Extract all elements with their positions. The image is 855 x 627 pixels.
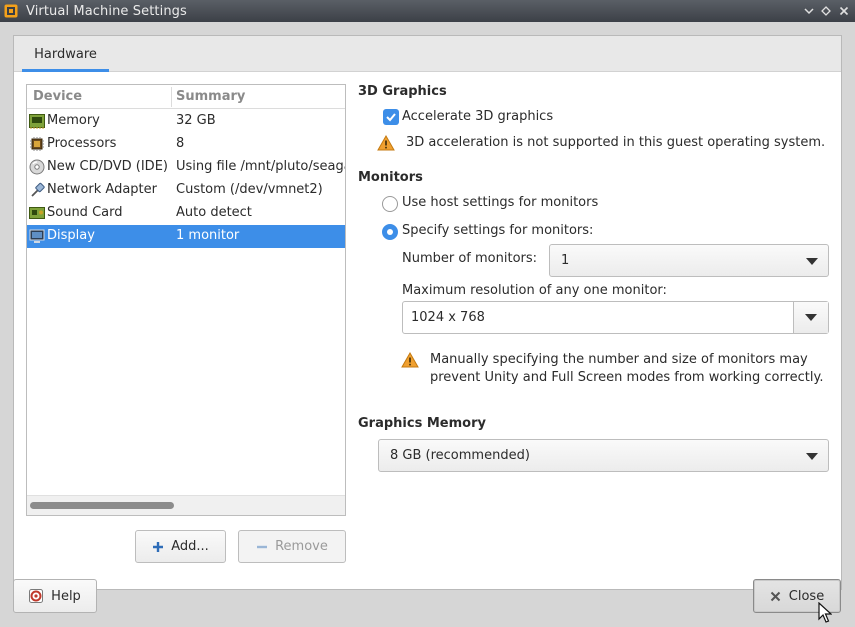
restore-window-icon[interactable] bbox=[818, 3, 834, 19]
device-summary: Auto detect bbox=[176, 205, 252, 220]
section-title-3d-graphics: 3D Graphics bbox=[358, 84, 447, 99]
column-header-device[interactable]: Device bbox=[33, 89, 82, 104]
close-icon bbox=[770, 591, 780, 601]
remove-device-button[interactable]: Remove bbox=[238, 530, 346, 563]
processor-icon bbox=[29, 136, 45, 152]
device-name: Display bbox=[47, 228, 95, 243]
device-row-processors[interactable]: Processors 8 bbox=[27, 133, 345, 156]
add-device-button[interactable]: Add... bbox=[135, 530, 226, 563]
device-row-sound-card[interactable]: Sound Card Auto detect bbox=[27, 202, 345, 225]
3d-warning-text: 3D acceleration is not supported in this… bbox=[406, 135, 826, 150]
window-title: Virtual Machine Settings bbox=[26, 3, 187, 19]
device-table-header: Device Summary bbox=[27, 85, 345, 109]
help-label: Help bbox=[51, 588, 81, 604]
device-summary: Using file /mnt/pluto/seagate bbox=[176, 159, 345, 174]
tab-active-indicator bbox=[22, 69, 109, 72]
max-resolution-dropdown-button[interactable] bbox=[793, 302, 828, 333]
column-separator bbox=[171, 87, 172, 107]
device-table[interactable]: Device Summary Memory 32 GB Processors 8 bbox=[26, 84, 346, 516]
graphics-memory-dropdown[interactable]: 8 GB (recommended) bbox=[378, 439, 829, 472]
add-device-label: Add... bbox=[171, 539, 209, 554]
warning-icon bbox=[377, 135, 395, 151]
vmware-app-icon bbox=[3, 3, 19, 19]
dialog-body: Hardware Device Summary Memory 32 GB Pro… bbox=[0, 22, 855, 627]
monitor-warning-line1: Manually specifying the number and size … bbox=[430, 352, 808, 367]
close-window-icon[interactable] bbox=[836, 3, 852, 19]
device-row-cd-dvd[interactable]: New CD/DVD (IDE) Using file /mnt/pluto/s… bbox=[27, 156, 345, 179]
specify-settings-radio[interactable] bbox=[382, 224, 398, 240]
device-row-memory[interactable]: Memory 32 GB bbox=[27, 110, 345, 133]
collapse-window-icon[interactable] bbox=[801, 3, 817, 19]
max-resolution-combobox[interactable]: 1024 x 768 bbox=[402, 301, 829, 334]
chevron-down-icon bbox=[806, 258, 818, 265]
memory-icon bbox=[29, 113, 45, 129]
accelerate-3d-label[interactable]: Accelerate 3D graphics bbox=[402, 109, 553, 124]
section-title-monitors: Monitors bbox=[358, 170, 423, 185]
specify-settings-label[interactable]: Specify settings for monitors: bbox=[402, 223, 593, 238]
number-of-monitors-label: Number of monitors: bbox=[402, 251, 538, 266]
minus-icon bbox=[257, 545, 268, 548]
device-name: Network Adapter bbox=[47, 182, 157, 197]
chevron-down-icon bbox=[805, 314, 817, 321]
mouse-pointer-icon bbox=[818, 602, 832, 623]
plus-icon bbox=[153, 541, 164, 552]
device-name: Processors bbox=[47, 136, 117, 151]
horizontal-scrollbar[interactable] bbox=[27, 495, 345, 515]
device-summary: 8 bbox=[176, 136, 185, 151]
title-bar: Virtual Machine Settings bbox=[0, 0, 855, 22]
device-name: Memory bbox=[47, 113, 100, 128]
section-title-graphics-memory: Graphics Memory bbox=[358, 416, 486, 431]
tab-hardware[interactable]: Hardware bbox=[22, 36, 109, 72]
checkmark-icon bbox=[386, 113, 396, 122]
device-name: New CD/DVD (IDE) bbox=[47, 159, 168, 174]
device-summary: 32 GB bbox=[176, 113, 216, 128]
scrollbar-thumb[interactable] bbox=[30, 502, 174, 509]
network-adapter-icon bbox=[29, 182, 45, 198]
help-button[interactable]: Help bbox=[13, 579, 97, 613]
device-name: Sound Card bbox=[47, 205, 123, 220]
number-of-monitors-dropdown[interactable]: 1 bbox=[549, 244, 829, 277]
help-icon bbox=[29, 589, 44, 603]
max-resolution-label: Maximum resolution of any one monitor: bbox=[402, 283, 667, 298]
use-host-settings-radio[interactable] bbox=[382, 196, 398, 212]
display-icon bbox=[29, 228, 45, 244]
chevron-down-icon bbox=[806, 453, 818, 460]
settings-frame: Hardware Device Summary Memory 32 GB Pro… bbox=[13, 35, 842, 590]
device-row-display[interactable]: Display 1 monitor bbox=[27, 225, 345, 248]
accelerate-3d-checkbox[interactable] bbox=[383, 109, 399, 125]
use-host-settings-label[interactable]: Use host settings for monitors bbox=[402, 195, 598, 210]
column-header-summary[interactable]: Summary bbox=[176, 89, 245, 104]
monitor-warning-line2: prevent Unity and Full Screen modes from… bbox=[430, 370, 824, 385]
remove-device-label: Remove bbox=[275, 539, 328, 554]
warning-icon bbox=[401, 352, 419, 368]
tab-strip: Hardware bbox=[14, 36, 841, 72]
graphics-memory-value: 8 GB (recommended) bbox=[390, 448, 530, 463]
number-of-monitors-value: 1 bbox=[561, 253, 570, 268]
device-row-network-adapter[interactable]: Network Adapter Custom (/dev/vmnet2) bbox=[27, 179, 345, 202]
cd-dvd-icon bbox=[29, 159, 45, 175]
sound-card-icon bbox=[29, 205, 45, 221]
device-summary: 1 monitor bbox=[176, 228, 240, 243]
device-summary: Custom (/dev/vmnet2) bbox=[176, 182, 323, 197]
max-resolution-value[interactable]: 1024 x 768 bbox=[411, 310, 485, 325]
